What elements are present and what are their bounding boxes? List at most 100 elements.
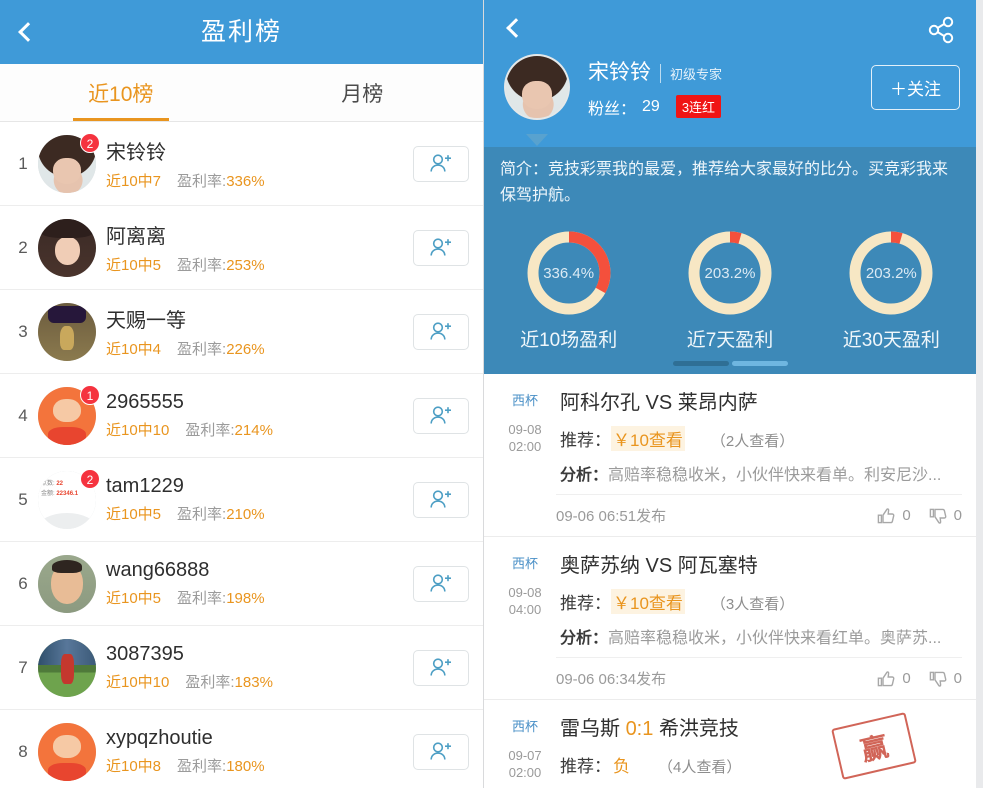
profit-ranking-screen: 盈利榜 近10榜 月榜 1 2 宋铃铃 近10中7 盈利率:336% 2 阿离离 近10中5 盈…	[0, 0, 484, 788]
row-stats: 近10中5 盈利率:253%	[106, 254, 413, 275]
profit-rate-label: 盈利率:	[177, 173, 227, 190]
profit-rate-label: 盈利率:	[185, 422, 235, 439]
profit-rate-label: 盈利率:	[177, 758, 227, 775]
recommendation-value[interactable]: 负	[611, 752, 632, 777]
profit-rate: 盈利率:226%	[177, 338, 265, 359]
ranking-row[interactable]: 7 3087395 近10中10 盈利率:183%	[0, 626, 483, 710]
add-friend-button[interactable]	[413, 145, 469, 182]
donut-label[interactable]: 近7天盈利	[687, 325, 774, 352]
charts-page-indicator[interactable]	[484, 352, 976, 374]
avatar-wrapper[interactable]: 点数: 22 金额: 22346.1 2	[38, 468, 100, 529]
match-date: 09-07 02:00	[494, 747, 556, 781]
ranking-row[interactable]: 3 天赐一等 近10中4 盈利率:226%	[0, 290, 483, 374]
profit-rate-value: 183%	[234, 674, 273, 691]
ranking-row[interactable]: 4 1 2965555 近10中10 盈利率:214%	[0, 374, 483, 458]
profit-rate-label: 盈利率:	[177, 506, 227, 523]
thumbs-up-control[interactable]: 0	[877, 670, 911, 688]
avatar[interactable]	[504, 54, 570, 120]
profit-rate-value: 253%	[226, 257, 265, 274]
ranking-row[interactable]: 6 wang66888 近10中5 盈利率:198%	[0, 542, 483, 626]
avatar-wrapper[interactable]: 1	[38, 384, 100, 445]
user-plus-icon	[430, 321, 451, 340]
expert-profile-screen: 宋铃铃 初级专家 粉丝： 29 3连红 ＋关注 简介：竞技彩票我的最爱，推荐给大…	[484, 0, 976, 788]
match-date-time: 02:00	[508, 765, 542, 780]
back-button[interactable]	[492, 6, 540, 50]
follow-button[interactable]: ＋关注	[871, 64, 960, 110]
thumbs-up-icon	[878, 507, 895, 523]
user-plus-icon	[430, 405, 451, 424]
add-friend-button[interactable]	[413, 229, 469, 266]
card-top: 西杯 09-08 02:00 阿科尔孔 VS 莱昂内萨 推荐： ￥10查看 （2人查看） 分析…	[484, 380, 976, 494]
hit-rate: 近10中4	[106, 341, 162, 358]
row-stats: 近10中10 盈利率:214%	[106, 419, 413, 440]
avatar-wrapper[interactable]	[38, 218, 96, 277]
ranking-row[interactable]: 2 阿离离 近10中5 盈利率:253%	[0, 206, 483, 290]
recommendation-value[interactable]: ￥10查看	[611, 589, 685, 614]
avatar[interactable]	[38, 638, 96, 697]
row-meta: 阿离离 近10中5 盈利率:253%	[106, 220, 413, 275]
avatar[interactable]	[38, 554, 96, 613]
ranking-row[interactable]: 8 xypqzhoutie 近10中8 盈利率:180%	[0, 710, 483, 788]
avatar[interactable]	[38, 302, 96, 361]
left-header-bar: 盈利榜	[0, 0, 483, 64]
add-friend-button[interactable]	[413, 649, 469, 686]
thumbs-down-icon	[929, 508, 947, 524]
tab-monthly-label: 月榜	[341, 82, 384, 106]
recommendation-card[interactable]: 西杯 09-08 04:00 奥萨苏纳 VS 阿瓦塞特 推荐： ￥10查看 （3人查看） 分析…	[484, 537, 976, 700]
recommendation-card[interactable]: 西杯 09-08 02:00 阿科尔孔 VS 莱昂内萨 推荐： ￥10查看 （2人查看） 分析…	[484, 374, 976, 537]
thumbs-up-control[interactable]: 0	[877, 507, 911, 525]
user-name: xypqzhoutie	[106, 727, 213, 749]
recommendation-value[interactable]: ￥10查看	[611, 426, 685, 451]
rank-change-badge: 2	[80, 468, 100, 489]
user-name: 2965555	[106, 391, 184, 413]
add-friend-button[interactable]	[413, 313, 469, 350]
profit-rate-value: 198%	[226, 590, 265, 607]
recommendation-card[interactable]: 西杯09-0702:00雷乌斯 0:1 希洪竞技推荐：负（4人查看）分析：高赔率…	[484, 700, 976, 788]
profit-rate: 盈利率:210%	[177, 503, 265, 524]
user-name: 3087395	[106, 643, 184, 665]
tab-recent-10[interactable]: 近10榜	[0, 64, 242, 121]
row-stats: 近10中4 盈利率:226%	[106, 338, 413, 359]
avatar-wrapper[interactable]: 2	[38, 132, 100, 193]
ranking-row[interactable]: 1 2 宋铃铃 近10中7 盈利率:336%	[0, 122, 483, 206]
profit-donut-chart[interactable]: 203.2% 近30天盈利	[811, 227, 972, 352]
page-indicator-segment[interactable]	[672, 360, 729, 366]
recommendation-list: 西杯 09-08 02:00 阿科尔孔 VS 莱昂内萨 推荐： ￥10查看 （2人查看） 分析…	[484, 374, 976, 788]
page-indicator-segment[interactable]	[731, 360, 788, 366]
avatar-wrapper[interactable]	[38, 722, 96, 781]
profit-rate: 盈利率:180%	[177, 755, 265, 776]
user-plus-icon	[430, 237, 451, 256]
donut-label[interactable]: 近10场盈利	[520, 325, 617, 352]
streak-badge: 3连红	[675, 95, 722, 118]
avatar-wrapper[interactable]	[38, 554, 96, 613]
hit-rate: 近10中5	[106, 590, 162, 607]
profit-donut-chart[interactable]: 203.2% 近7天盈利	[649, 227, 810, 352]
match-title: 阿科尔孔 VS 莱昂内萨	[560, 392, 758, 414]
share-button[interactable]	[922, 10, 962, 50]
tab-monthly[interactable]: 月榜	[242, 64, 484, 121]
add-friend-button[interactable]	[413, 565, 469, 602]
avatar-wrapper[interactable]	[38, 638, 96, 697]
expert-level-badge: 初级专家	[660, 63, 722, 83]
avatar-wrapper[interactable]	[38, 302, 96, 361]
avatar[interactable]	[38, 218, 96, 277]
thumbs-up-count: 0	[902, 507, 911, 524]
avatar-wrapper	[504, 54, 570, 146]
ranking-row[interactable]: 5 点数: 22 金额: 22346.1 2 tam1229 近10中5 盈利率:210%	[0, 458, 483, 542]
share-icon	[928, 16, 954, 44]
recommendation-label: 推荐：	[560, 757, 611, 776]
tab-recent-10-label: 近10榜	[88, 82, 154, 106]
thumbs-down-control[interactable]: 0	[929, 507, 962, 525]
recommendation-line: 推荐： ￥10查看 （2人查看）	[560, 426, 962, 451]
profit-donut-chart[interactable]: 336.4% 近10场盈利	[488, 227, 649, 352]
donut-label[interactable]: 近30天盈利	[843, 325, 940, 352]
rank-number: 3	[18, 321, 28, 341]
match-date: 09-08 04:00	[494, 584, 556, 618]
add-friend-button[interactable]	[413, 481, 469, 518]
add-friend-button[interactable]	[413, 733, 469, 770]
thumbs-down-control[interactable]: 0	[929, 670, 962, 688]
match-title: 奥萨苏纳 VS 阿瓦塞特	[560, 555, 758, 577]
avatar[interactable]	[38, 722, 96, 781]
add-friend-button[interactable]	[413, 397, 469, 434]
user-name: tam1229	[106, 475, 184, 497]
